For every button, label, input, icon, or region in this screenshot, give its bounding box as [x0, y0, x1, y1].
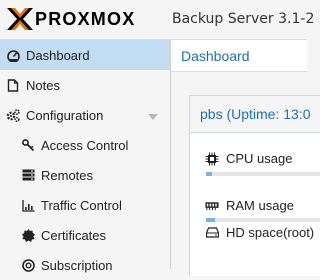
cpu-usage-bar — [206, 172, 320, 176]
cpu-usage-label: CPU usage — [226, 151, 293, 166]
key-icon — [21, 138, 35, 152]
server-status-panel: pbs (Uptime: 13:0 CPU usage RAM usage HD… — [189, 95, 320, 276]
tab-dashboard[interactable]: Dashboard — [171, 40, 307, 72]
sidebar-item-access-control[interactable]: Access Control — [0, 130, 170, 160]
sidebar-item-label: Certificates — [41, 227, 107, 243]
cpu-icon — [205, 152, 219, 166]
proxmox-logo[interactable]: PROXMOX — [7, 6, 135, 32]
chevron-down-icon[interactable] — [148, 109, 158, 124]
ram-usage-stat: RAM usage — [205, 198, 294, 213]
notes-icon — [6, 78, 20, 92]
sidebar-item-configuration[interactable]: Configuration — [0, 100, 170, 130]
ram-usage-bar — [206, 218, 320, 222]
ram-usage-label: RAM usage — [226, 198, 294, 213]
sidebar: Dashboard Notes Configuration Access Con… — [0, 40, 171, 273]
product-version: Backup Server 3.1-2 — [172, 11, 315, 27]
logo-text: PROXMOX — [35, 8, 136, 29]
panel-title: pbs (Uptime: 13:0 — [190, 96, 320, 133]
sidebar-item-notes[interactable]: Notes — [0, 70, 170, 100]
sidebar-item-remotes[interactable]: Remotes — [0, 160, 170, 190]
sidebar-item-subscription[interactable]: Subscription — [0, 250, 170, 280]
sidebar-item-certificates[interactable]: Certificates — [0, 220, 170, 250]
server-icon — [21, 168, 35, 182]
sidebar-item-label: Configuration — [26, 107, 104, 123]
sidebar-item-label: Dashboard — [26, 47, 90, 63]
hdd-icon — [205, 226, 219, 240]
sidebar-item-traffic-control[interactable]: Traffic Control — [0, 190, 170, 220]
main-content: Dashboard pbs (Uptime: 13:0 CPU usage RA… — [171, 40, 320, 276]
sidebar-item-label: Traffic Control — [41, 197, 122, 213]
sidebar-item-label: Notes — [26, 77, 60, 93]
hd-space-stat: HD space(root) — [205, 225, 314, 240]
top-bar: PROXMOX Backup Server 3.1-2 — [0, 0, 314, 40]
cpu-usage-fill — [206, 172, 212, 176]
proxmox-x-icon — [7, 8, 33, 30]
sidebar-item-dashboard[interactable]: Dashboard — [0, 40, 170, 70]
sidebar-item-label: Remotes — [41, 167, 94, 183]
dashboard-icon — [6, 48, 20, 62]
certificate-icon — [21, 228, 35, 242]
memory-icon — [205, 199, 219, 213]
chart-icon — [21, 198, 35, 212]
sidebar-item-label: Access Control — [41, 137, 129, 153]
support-icon — [21, 258, 35, 272]
gears-icon — [6, 108, 20, 122]
sidebar-item-label: Subscription — [41, 257, 113, 273]
cpu-usage-stat: CPU usage — [205, 151, 292, 166]
ram-usage-fill — [206, 218, 216, 222]
hd-space-label: HD space(root) — [226, 225, 315, 240]
